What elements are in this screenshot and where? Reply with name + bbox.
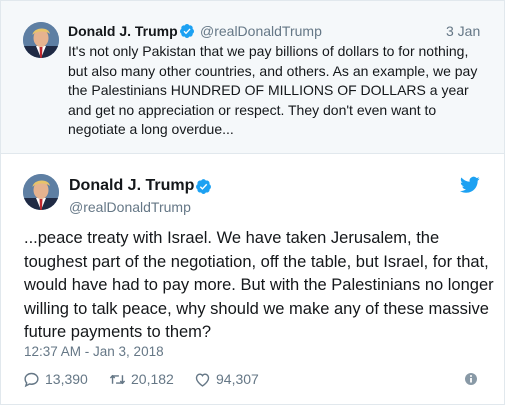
main-avatar[interactable] <box>23 174 59 210</box>
tweet-embed: Donald J. Trump @realDonaldTrump 3 Jan I… <box>0 0 505 405</box>
tweet-timestamp[interactable]: 12:37 AM - Jan 3, 2018 <box>24 344 164 359</box>
avatar-image <box>23 22 59 58</box>
twitter-bird-icon[interactable] <box>460 176 480 194</box>
main-author-name[interactable]: Donald J. Trump <box>69 177 194 195</box>
avatar-image <box>23 174 59 210</box>
like-heart-icon <box>195 372 210 387</box>
verified-icon <box>196 179 211 194</box>
verified-icon <box>180 24 194 38</box>
parent-handle[interactable]: @realDonaldTrump <box>200 23 322 39</box>
reply-button[interactable]: 13,390 <box>23 370 88 388</box>
reply-count: 13,390 <box>45 371 88 387</box>
info-icon[interactable] <box>463 371 479 387</box>
retweet-count: 20,182 <box>131 371 174 387</box>
like-count: 94,307 <box>216 371 259 387</box>
parent-avatar[interactable] <box>23 22 59 58</box>
retweet-icon <box>109 374 126 384</box>
parent-tweet[interactable]: Donald J. Trump @realDonaldTrump 3 Jan I… <box>1 1 504 154</box>
retweet-button[interactable]: 20,182 <box>109 370 174 388</box>
parent-author-name[interactable]: Donald J. Trump <box>68 23 178 39</box>
main-tweet-text: ...peace treaty with Israel. We have tak… <box>24 229 494 341</box>
reply-icon <box>24 372 39 387</box>
parent-tweet-text: It's not only Pakistan that we pay billi… <box>68 43 478 137</box>
parent-time[interactable]: 3 Jan <box>446 23 480 39</box>
like-button[interactable]: 94,307 <box>194 370 259 388</box>
main-handle[interactable]: @realDonaldTrump <box>69 199 191 215</box>
